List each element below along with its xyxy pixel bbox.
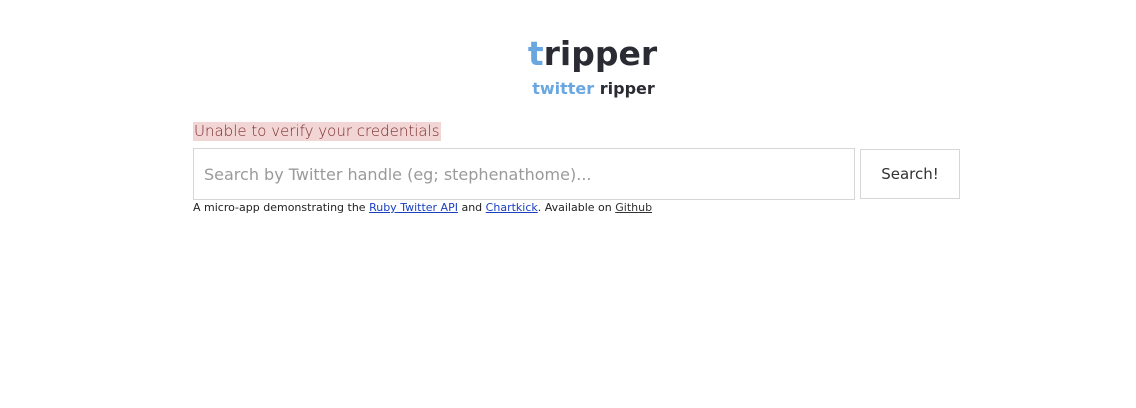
page: tripper twitter ripper Unable to verify …	[0, 0, 1136, 408]
tagline-word-twitter: twitter	[532, 79, 595, 98]
ruby-twitter-api-link[interactable]: Ruby Twitter API	[369, 201, 458, 214]
tagline: twitter ripper	[0, 79, 1136, 99]
error-alert: Unable to verify your credentials	[193, 122, 441, 141]
footer-text-available: . Available on	[537, 201, 616, 214]
footer-note: A micro-app demonstrating the Ruby Twitt…	[193, 201, 652, 215]
footer-text-and: and	[457, 201, 486, 214]
logo: tripper	[0, 34, 1136, 74]
chartkick-link[interactable]: Chartkick	[486, 201, 538, 214]
footer-text-intro: A micro-app demonstrating the	[193, 201, 370, 214]
search-button[interactable]: Search!	[860, 149, 960, 199]
logo-accent-letter: t	[527, 34, 544, 73]
logo-text: ripper	[543, 34, 658, 73]
github-link[interactable]: Github	[615, 201, 652, 214]
search-input[interactable]	[193, 148, 855, 200]
tagline-word-ripper: ripper	[599, 79, 655, 98]
